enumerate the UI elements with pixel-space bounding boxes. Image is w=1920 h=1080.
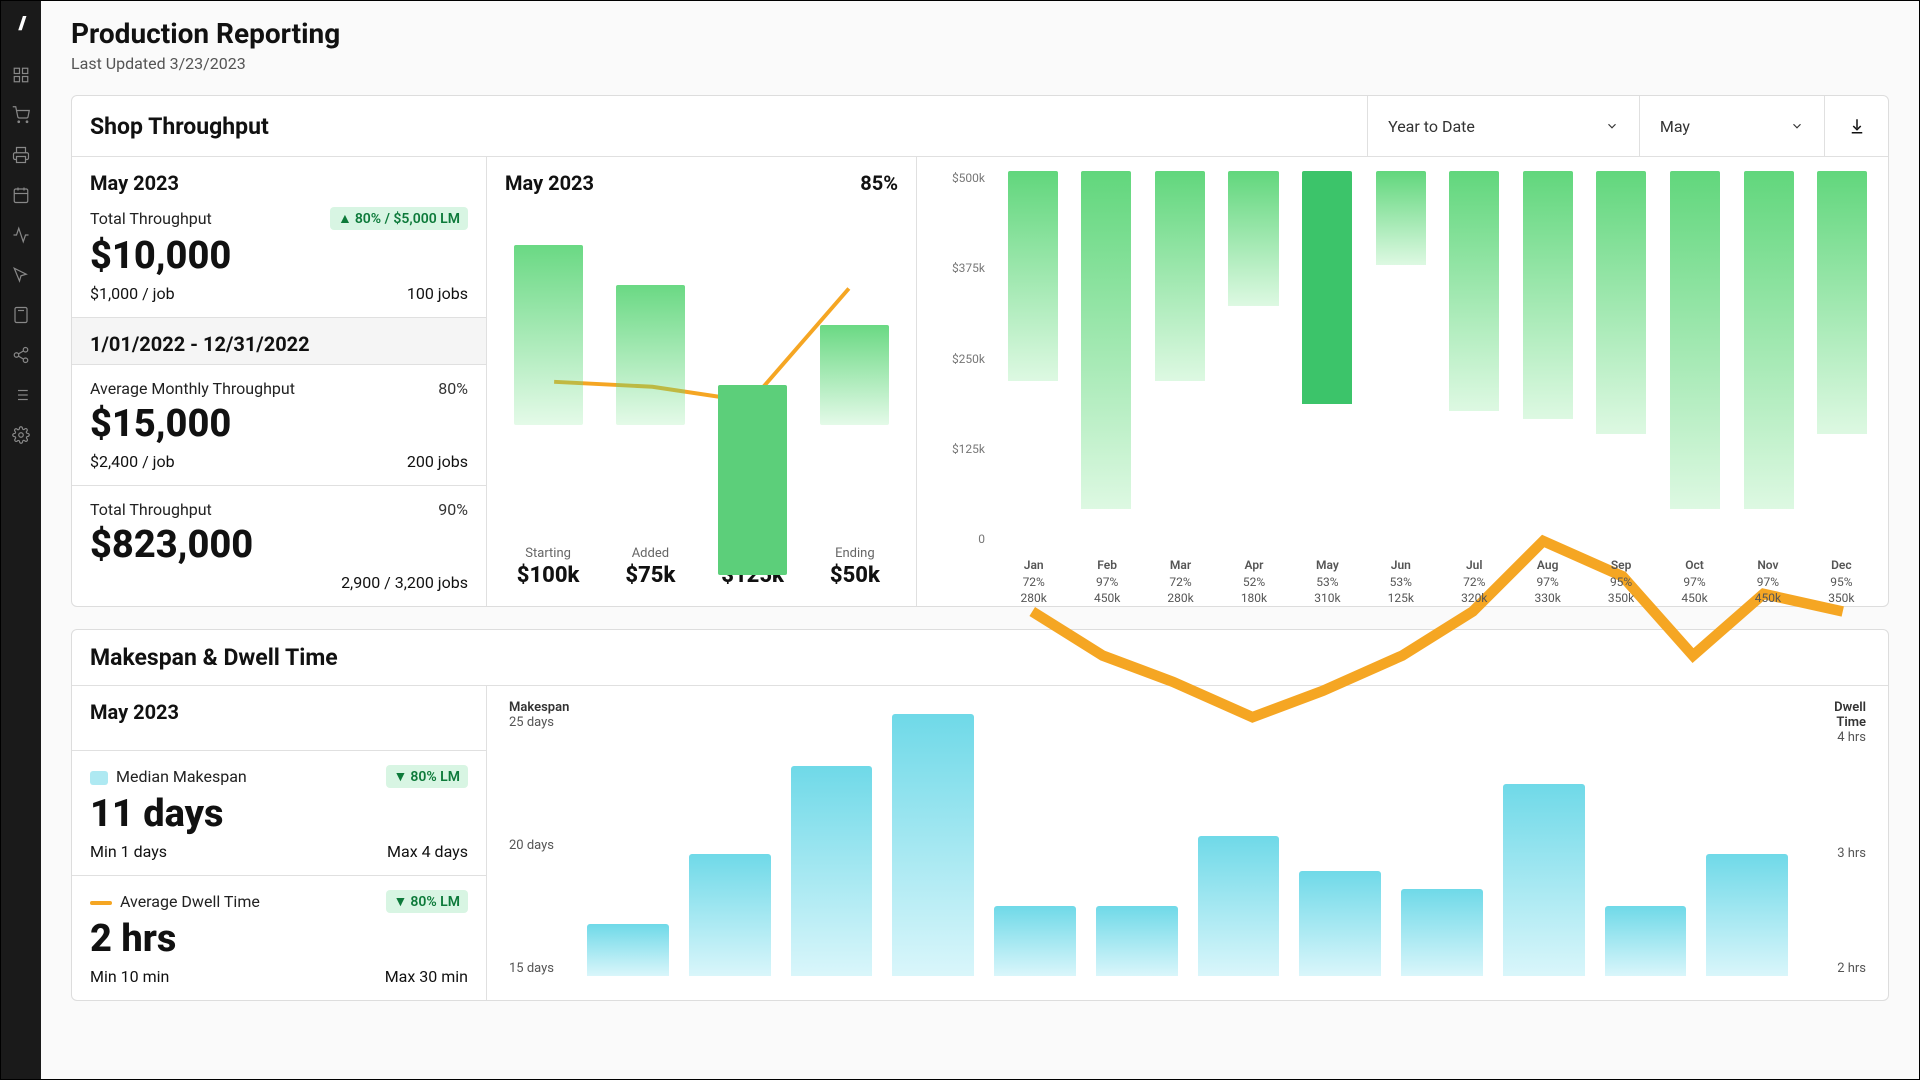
total-throughput-value: $10,000 (90, 234, 468, 278)
avg-per-job: $2,400 / job (90, 452, 175, 471)
left-axis-title: Makespan (509, 700, 569, 715)
share-icon[interactable] (12, 346, 30, 364)
waterfall-pct: 85% (860, 171, 898, 195)
makespan-max: Max 4 days (387, 842, 468, 861)
download-icon (1848, 117, 1866, 135)
list-icon[interactable] (12, 386, 30, 404)
sidebar: // (1, 1, 41, 1079)
calculator-icon[interactable] (12, 306, 30, 324)
makespan-chart: Makespan25 days 20 days 15 days Dwell Ti… (487, 686, 1888, 976)
grid-icon[interactable] (12, 66, 30, 84)
prev-year-period: 1/01/2022 - 12/31/2022 (90, 332, 468, 356)
range-dropdown[interactable]: Year to Date (1367, 96, 1639, 156)
dwell-min: Min 10 min (90, 967, 169, 986)
page-title: Production Reporting (71, 17, 1889, 50)
calendar-icon[interactable] (12, 186, 30, 204)
last-updated: Last Updated 3/23/2023 (71, 54, 1889, 73)
makespan-period: May 2023 (90, 700, 468, 724)
throughput-title: Shop Throughput (72, 99, 1367, 154)
current-period: May 2023 (90, 171, 468, 195)
cart-icon[interactable] (12, 106, 30, 124)
dwell-value: 2 hrs (90, 917, 468, 961)
month-dropdown[interactable]: May (1639, 96, 1824, 156)
right-axis-title: Dwell Time (1806, 700, 1866, 730)
avg-pct: 80% (438, 379, 468, 398)
activity-icon[interactable] (12, 226, 30, 244)
cursor-icon[interactable] (12, 266, 30, 284)
yearly-chart: $500k$375k$250k$125k0 Jan72%280kFeb97%45… (917, 157, 1888, 606)
waterfall-period: May 2023 (505, 171, 594, 195)
chevron-down-icon (1790, 119, 1804, 133)
current-month-block: May 2023 Total Throughput ▲ 80% / $5,000… (72, 157, 486, 318)
total-throughput-label: Total Throughput (90, 209, 212, 228)
avg-throughput-value: $15,000 (90, 402, 468, 446)
gear-icon[interactable] (12, 426, 30, 444)
per-job-value: $1,000 / job (90, 284, 175, 303)
makespan-badge: ▼ 80% LM (386, 765, 468, 788)
makespan-label: Median Makespan (116, 767, 247, 786)
makespan-value: 11 days (90, 792, 468, 836)
logo-icon: // (18, 13, 23, 34)
dwell-badge: ▼ 80% LM (386, 890, 468, 913)
total-year-label: Total Throughput (90, 500, 212, 519)
total-year-value: $823,000 (90, 523, 468, 567)
prev-year-header: 1/01/2022 - 12/31/2022 (72, 318, 486, 365)
total-year-jobs: 2,900 / 3,200 jobs (341, 573, 468, 592)
dwell-time-block: Average Dwell Time ▼ 80% LM 2 hrs Min 10… (72, 876, 486, 1000)
total-year-pct: 90% (438, 500, 468, 519)
month-dropdown-label: May (1660, 117, 1690, 136)
avg-throughput-label: Average Monthly Throughput (90, 379, 295, 398)
throughput-badge: ▲ 80% / $5,000 LM (330, 207, 468, 230)
dwell-max: Max 30 min (385, 967, 468, 986)
avg-jobs: 200 jobs (407, 452, 468, 471)
jobs-value: 100 jobs (407, 284, 468, 303)
dwell-label: Average Dwell Time (120, 892, 260, 911)
waterfall-chart: May 2023 85% Starting$100kAdded$75kCompl… (487, 157, 917, 606)
chevron-down-icon (1605, 119, 1619, 133)
makespan-min: Min 1 days (90, 842, 167, 861)
makespan-title: Makespan & Dwell Time (72, 630, 1888, 685)
dwell-line-icon (90, 901, 112, 905)
median-makespan-block: Median Makespan ▼ 80% LM 11 days Min 1 d… (72, 751, 486, 876)
total-year-block: Total Throughput 90% $823,000 2,900 / 3,… (72, 486, 486, 606)
makespan-swatch-icon (90, 771, 108, 785)
print-icon[interactable] (12, 146, 30, 164)
range-dropdown-label: Year to Date (1388, 117, 1475, 136)
download-button[interactable] (1824, 96, 1888, 156)
avg-monthly-block: Average Monthly Throughput 80% $15,000 $… (72, 365, 486, 486)
